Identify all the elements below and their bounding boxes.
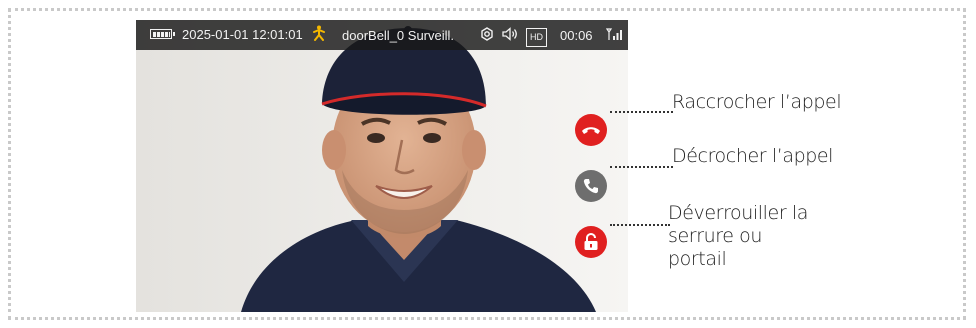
leader-line-hang-up bbox=[610, 111, 673, 113]
leader-line-answer bbox=[610, 166, 673, 168]
unlock-button[interactable] bbox=[575, 226, 607, 258]
label-unlock: Déverrouiller la serrure ou portail bbox=[668, 202, 809, 270]
leader-line-unlock bbox=[610, 224, 670, 226]
video-feed: 2025-01-01 12:01:01 doorBell_0 Surveill.… bbox=[136, 20, 628, 312]
label-answer: Décrocher l’appel bbox=[672, 145, 834, 167]
phone-icon bbox=[583, 179, 598, 194]
answer-button[interactable] bbox=[575, 170, 607, 202]
unlock-icon bbox=[584, 233, 598, 250]
hang-up-button[interactable] bbox=[575, 114, 607, 146]
call-controls bbox=[136, 20, 628, 312]
label-hang-up: Raccrocher l’appel bbox=[672, 91, 842, 113]
hang-up-icon bbox=[582, 127, 600, 134]
